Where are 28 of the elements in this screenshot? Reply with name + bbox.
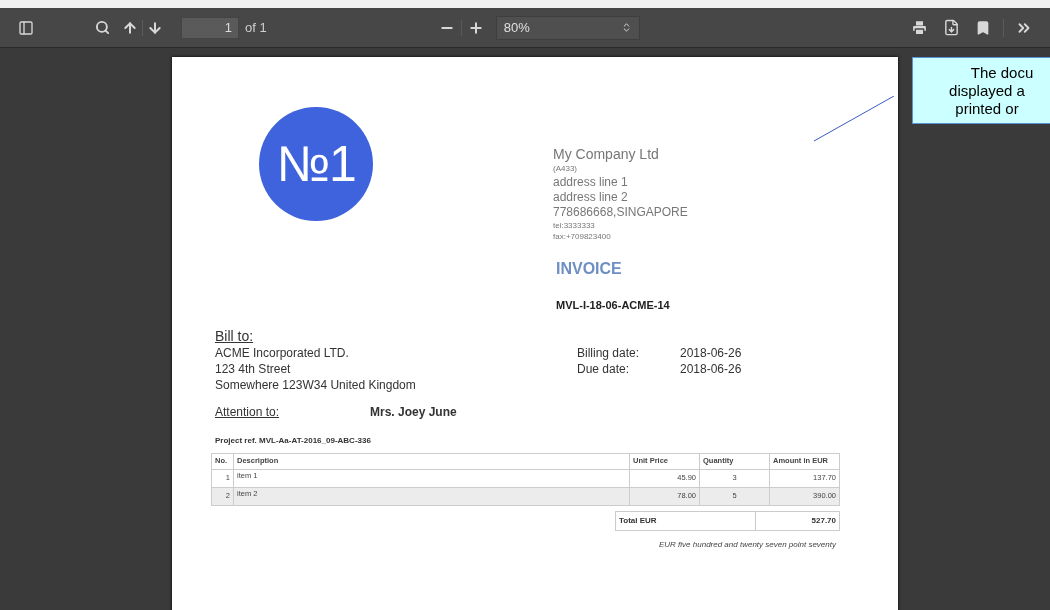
total-label: Total EUR <box>616 511 756 530</box>
date-value: 2018-06-26 <box>680 360 742 377</box>
page-count: of 1 <box>245 18 267 37</box>
address-line: 778686668,SINGAPORE <box>553 205 688 220</box>
date-label: Due date: <box>577 360 631 377</box>
total-value: 527.70 <box>810 514 837 527</box>
date-value: 2018-06-26 <box>680 344 742 361</box>
company-code: (A433) <box>553 163 578 175</box>
date-label: Billing date: <box>577 344 641 361</box>
contact-line: fax:+709823400 <box>553 231 612 242</box>
bill-to-heading: Bill to: <box>215 327 255 345</box>
page-number-field[interactable]: 1 <box>181 16 239 39</box>
attention-name: Mrs. Joey June <box>370 403 457 421</box>
address-line: address line 1 <box>553 175 629 190</box>
callout-note: The docu displayed a printed or <box>912 57 1050 124</box>
bill-to-line: ACME Incorporated LTD. <box>215 344 350 361</box>
bill-to-line: 123 4th Street <box>215 360 292 377</box>
contact-line: tel:3333333 <box>553 220 596 231</box>
invoice-number: MVL-I-18-06-ACME-14 <box>556 298 671 313</box>
logo: №1 <box>259 107 373 221</box>
company-name: My Company Ltd <box>553 145 660 163</box>
bill-to-line: Somewhere 123W34 United Kingdom <box>215 376 417 393</box>
project-reference: Project ref. MVL-Aa-AT-2016_09-ABC-336 <box>215 434 372 447</box>
zoom-select[interactable]: 80% <box>495 15 640 40</box>
address-line: address line 2 <box>553 190 629 205</box>
attention-label: Attention to: <box>215 403 281 421</box>
invoice-title: INVOICE <box>556 259 623 279</box>
amount-in-words: EUR five hundred and twenty seven point seventy <box>658 538 836 551</box>
